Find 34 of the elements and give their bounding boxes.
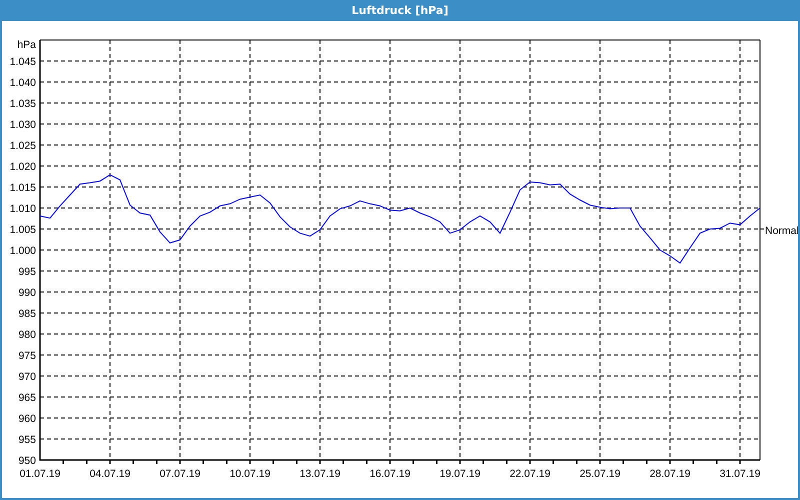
window-title: Luftdruck [hPa] — [0, 0, 800, 21]
y-tick-label: 970 — [18, 371, 36, 383]
x-tick-label: 28.07.19 — [650, 468, 690, 480]
y-tick-label: 955 — [18, 434, 36, 446]
y-tick-label: 1.035 — [10, 98, 36, 110]
x-tick-label: 10.07.19 — [230, 468, 270, 480]
y-tick-label: 980 — [18, 329, 36, 341]
x-tick-label: 25.07.19 — [580, 468, 620, 480]
y-tick-label: 985 — [18, 308, 36, 320]
y-tick-label: 1.045 — [10, 56, 36, 68]
x-tick-label: 16.07.19 — [370, 468, 410, 480]
y-tick-label: 1.015 — [10, 182, 36, 194]
x-tick-label: 19.07.19 — [440, 468, 480, 480]
y-axis-unit: hPa — [17, 39, 36, 51]
y-tick-label: 960 — [18, 413, 36, 425]
y-tick-label: 1.005 — [10, 224, 36, 236]
y-tick-label: 1.020 — [10, 161, 36, 173]
y-tick-label: 990 — [18, 287, 36, 299]
y-tick-label: 1.030 — [10, 119, 36, 131]
x-tick-label: 22.07.19 — [510, 468, 550, 480]
y-tick-label: 950 — [18, 455, 36, 467]
y-tick-label: 1.000 — [10, 245, 36, 257]
y-tick-label: 1.010 — [10, 203, 36, 215]
x-tick-label: 01.07.19 — [20, 468, 60, 480]
x-tick-label: 04.07.19 — [90, 468, 130, 480]
reference-label: Normal — [765, 225, 798, 237]
x-tick-label: 31.07.19 — [720, 468, 760, 480]
y-tick-label: 975 — [18, 350, 36, 362]
y-tick-label: 1.025 — [10, 140, 36, 152]
y-tick-label: 1.040 — [10, 77, 36, 89]
x-tick-label: 07.07.19 — [160, 468, 200, 480]
x-tick-label: 13.07.19 — [300, 468, 340, 480]
y-tick-label: 965 — [18, 392, 36, 404]
y-tick-label: 995 — [18, 266, 36, 278]
